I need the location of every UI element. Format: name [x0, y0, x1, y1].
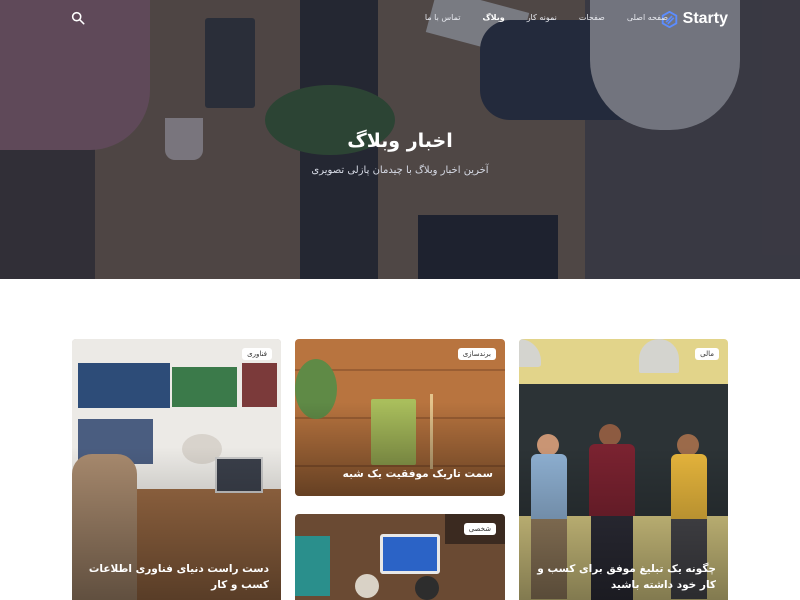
- post-title[interactable]: دست راست دنیای فناوری اطلاعات کسب و کار: [82, 561, 269, 593]
- nav-item-contact[interactable]: تماس با ما: [425, 13, 461, 22]
- post-card-branding[interactable]: برندسازی سمت تاریک موفقیت یک شبه: [295, 339, 505, 496]
- nav-item-portfolio[interactable]: نمونه کار: [527, 13, 557, 22]
- post-category-badge[interactable]: شخصی: [463, 523, 496, 535]
- nav-item-pages[interactable]: صفحات: [579, 13, 605, 22]
- post-category-badge[interactable]: مالی: [695, 348, 719, 360]
- navbar: Starty صفحه اصلی صفحات نمونه کار وبلاگ ت…: [0, 0, 800, 40]
- post-card-personal[interactable]: شخصی: [295, 514, 505, 600]
- nav-item-home[interactable]: صفحه اصلی: [627, 13, 668, 22]
- post-card-finance[interactable]: مالی چگونه یک تبلیغ موفق برای کسب و کار …: [519, 339, 728, 600]
- post-title[interactable]: سمت تاریک موفقیت یک شبه: [305, 466, 493, 482]
- post-title[interactable]: چگونه یک تبلیغ موفق برای کسب و کار خود د…: [529, 561, 716, 593]
- brand-name: Starty: [682, 10, 728, 27]
- main-menu: صفحه اصلی صفحات نمونه کار وبلاگ تماس با …: [425, 13, 668, 22]
- page-title: اخبار وبلاگ: [347, 130, 453, 152]
- post-card-technology[interactable]: فناوری دست راست دنیای فناوری اطلاعات کسب…: [72, 339, 281, 600]
- nav-item-blog[interactable]: وبلاگ: [482, 13, 504, 22]
- post-image: [295, 536, 330, 596]
- page-subtitle: آخرین اخبار وبلاگ با چیدمان پازلی تصویری: [311, 165, 489, 176]
- search-icon[interactable]: [71, 11, 85, 25]
- post-category-badge[interactable]: فناوری: [242, 348, 272, 360]
- post-category-badge[interactable]: برندسازی: [457, 348, 496, 360]
- brand-logo[interactable]: Starty: [661, 10, 728, 28]
- hero-section: Starty صفحه اصلی صفحات نمونه کار وبلاگ ت…: [0, 0, 800, 279]
